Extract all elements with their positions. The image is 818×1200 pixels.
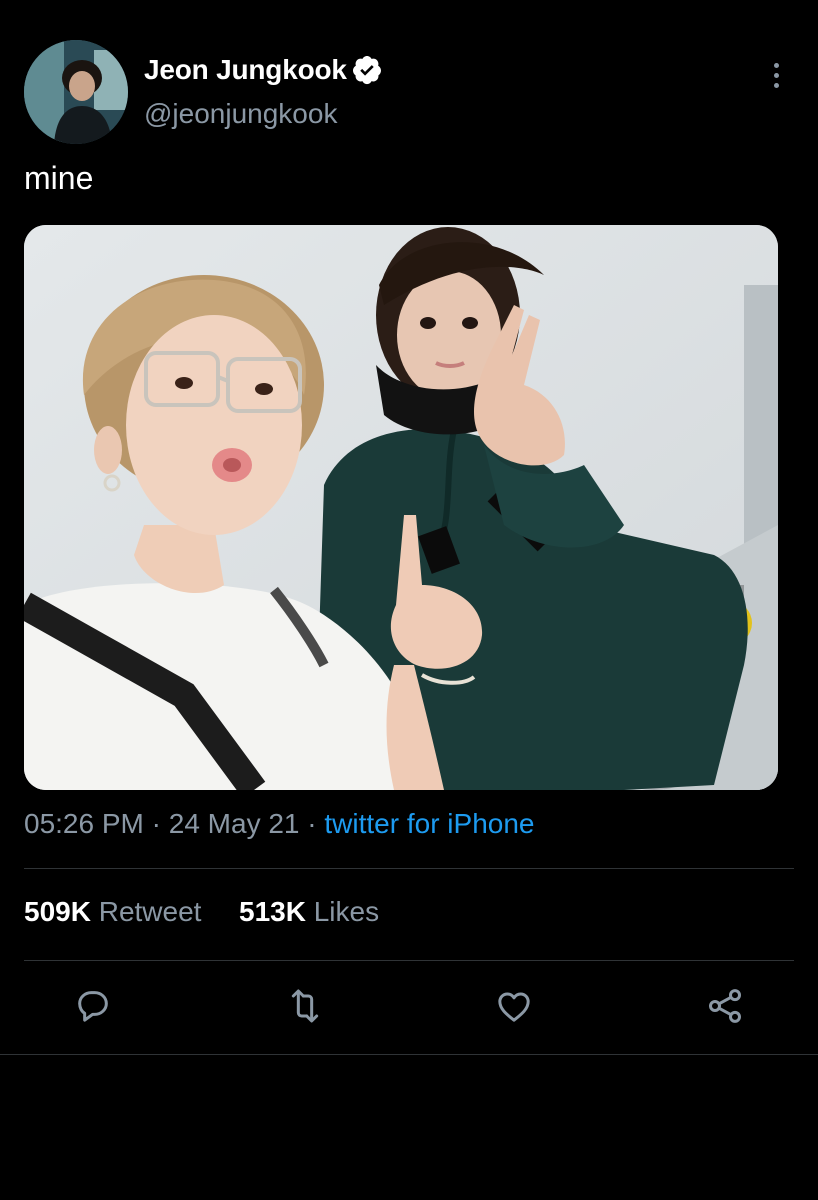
like-count: 513K — [239, 896, 306, 927]
tweet-detail: Jeon Jungkook @jeonjungkook mine 05:26 P… — [0, 0, 818, 1200]
tweet-text: mine — [24, 160, 94, 196]
verified-badge-icon — [351, 54, 383, 86]
share-button[interactable] — [705, 986, 745, 1026]
like-label: Likes — [313, 896, 380, 927]
retweet-arrows-icon — [291, 989, 319, 1023]
share-nodes-icon — [708, 989, 742, 1023]
more-dot — [773, 82, 779, 88]
speech-bubble-icon — [78, 991, 108, 1022]
tweet-time[interactable]: 05:26 PM — [24, 808, 144, 839]
divider — [0, 1054, 818, 1055]
selfie-photo — [24, 225, 778, 790]
tweet-photo[interactable] — [24, 225, 778, 790]
more-dot — [773, 62, 779, 68]
like-stat[interactable]: 513K Likes — [239, 896, 379, 927]
reply-button[interactable] — [73, 986, 113, 1026]
retweet-button[interactable] — [285, 986, 325, 1026]
retweet-label: Retweet — [98, 896, 202, 927]
retweet-count: 509K — [24, 896, 91, 927]
divider — [24, 960, 794, 961]
tweet-meta: 05:26 PM · 24 May 21 · twitter for iPhon… — [24, 808, 535, 840]
tweet-source-link[interactable]: twitter for iPhone — [324, 808, 534, 839]
avatar[interactable] — [24, 40, 128, 144]
avatar-photo — [24, 40, 128, 144]
retweet-stat[interactable]: 509K Retweet — [24, 896, 209, 927]
meta-separator: · — [151, 808, 161, 839]
like-button[interactable] — [494, 986, 534, 1026]
more-dot — [773, 72, 779, 78]
divider — [24, 868, 794, 869]
meta-separator: · — [307, 808, 317, 839]
author-display-name[interactable]: Jeon Jungkook — [144, 54, 347, 86]
author-name-row[interactable]: Jeon Jungkook — [144, 52, 383, 88]
tweet-date[interactable]: 24 May 21 — [169, 808, 300, 839]
heart-icon — [498, 992, 530, 1022]
author-handle[interactable]: @jeonjungkook — [144, 98, 337, 130]
more-options-icon[interactable] — [762, 58, 790, 92]
engagement-stats: 509K Retweet 513K Likes — [24, 896, 379, 928]
